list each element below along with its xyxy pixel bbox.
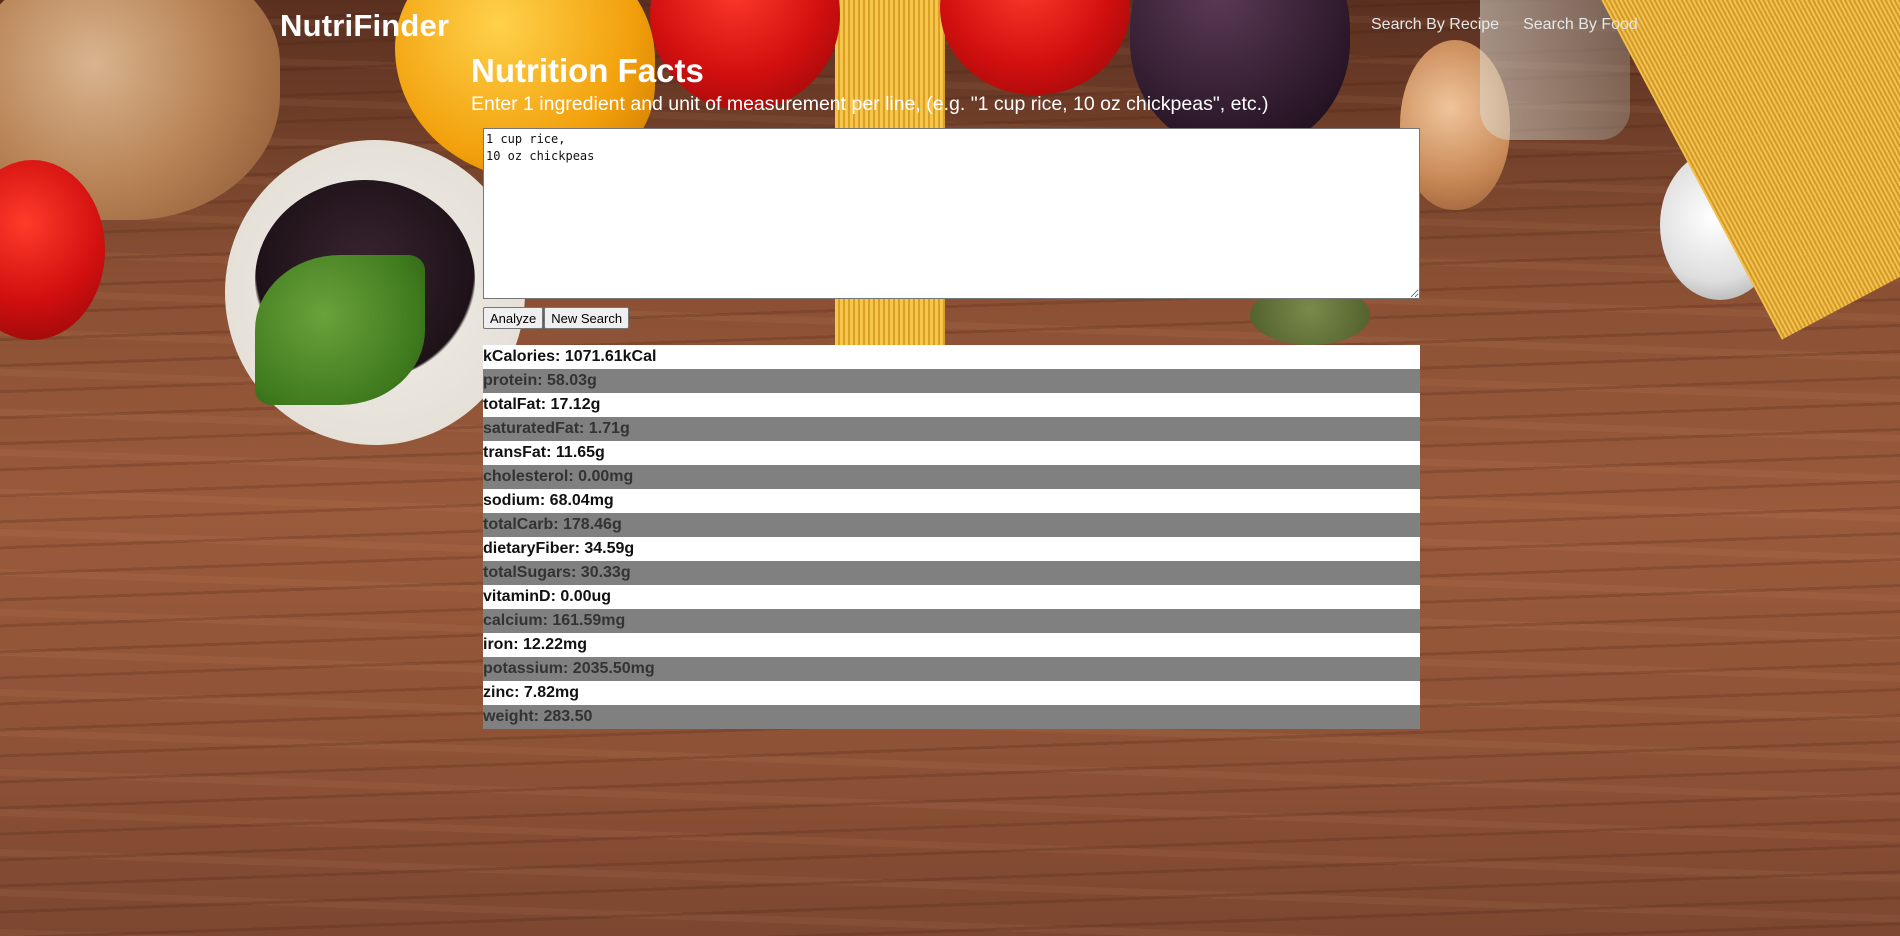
nutrient-row-iron: iron: 12.22mg xyxy=(483,633,1420,657)
nutrient-row-dietary-fiber: dietaryFiber: 34.59g xyxy=(483,537,1420,561)
nutrient-row-total-sugars: totalSugars: 30.33g xyxy=(483,561,1420,585)
nutrient-row-vitamin-d: vitaminD: 0.00ug xyxy=(483,585,1420,609)
nutrient-row-sodium: sodium: 68.04mg xyxy=(483,489,1420,513)
nutrient-row-total-carb: totalCarb: 178.46g xyxy=(483,513,1420,537)
nutrition-results-list: kCalories: 1071.61kCal protein: 58.03g t… xyxy=(483,345,1420,729)
instructions-text: Enter 1 ingredient and unit of measureme… xyxy=(471,93,1269,115)
nutrient-row-protein: protein: 58.03g xyxy=(483,369,1420,393)
new-search-button[interactable]: New Search xyxy=(544,307,630,329)
ingredients-textarea[interactable]: 1 cup rice, 10 oz chickpeas xyxy=(483,128,1420,299)
nutrient-row-kcalories: kCalories: 1071.61kCal xyxy=(483,345,1420,369)
page-title: Nutrition Facts xyxy=(471,52,704,89)
action-buttons: Analyze New Search xyxy=(483,307,630,329)
nutrient-row-calcium: calcium: 161.59mg xyxy=(483,609,1420,633)
basil-image xyxy=(255,255,425,405)
nav-link-search-by-food[interactable]: Search By Food xyxy=(1523,16,1638,34)
nutrient-row-cholesterol: cholesterol: 0.00mg xyxy=(483,465,1420,489)
nutrient-row-weight: weight: 283.50 xyxy=(483,705,1420,729)
nutrient-row-zinc: zinc: 7.82mg xyxy=(483,681,1420,705)
nutrient-row-saturated-fat: saturatedFat: 1.71g xyxy=(483,417,1420,441)
nav-link-search-by-recipe[interactable]: Search By Recipe xyxy=(1371,16,1499,34)
nutrient-row-potassium: potassium: 2035.50mg xyxy=(483,657,1420,681)
brand-logo[interactable]: NutriFinder xyxy=(280,8,449,44)
nutrient-row-total-fat: totalFat: 17.12g xyxy=(483,393,1420,417)
nutrient-row-trans-fat: transFat: 11.65g xyxy=(483,441,1420,465)
analyze-button[interactable]: Analyze xyxy=(483,307,544,329)
top-nav: Search By Recipe Search By Food xyxy=(1371,16,1638,34)
tomato-image xyxy=(940,0,1130,95)
